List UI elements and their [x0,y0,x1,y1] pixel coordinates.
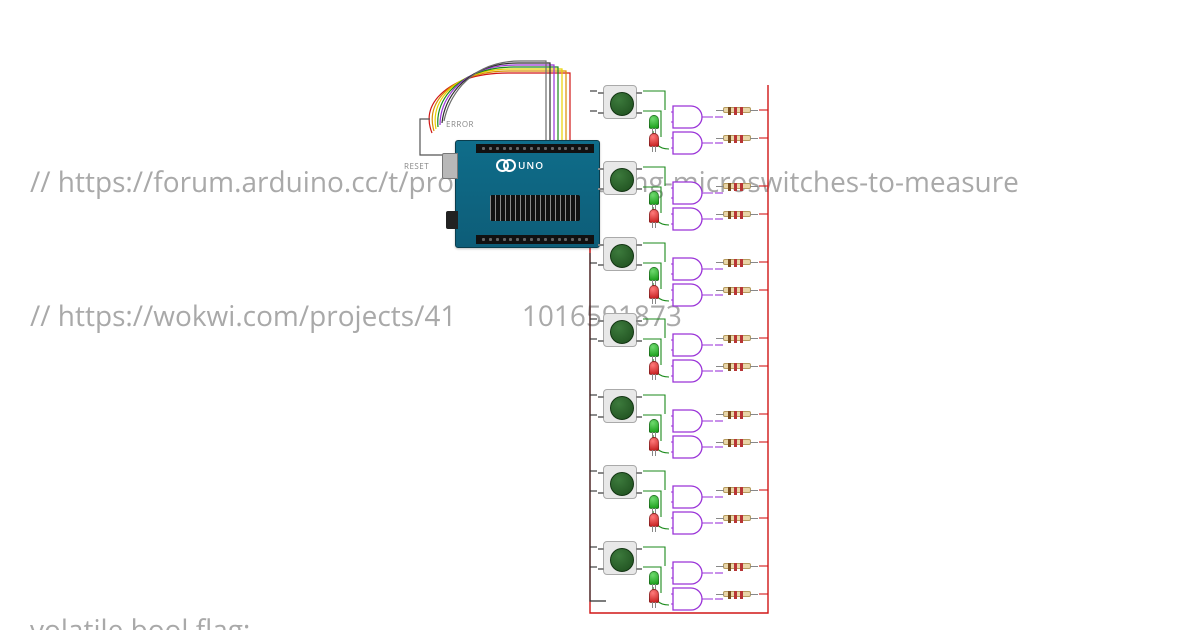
switch-unit [603,541,763,617]
annotation-reset: RESET [404,161,429,172]
resistor-icon [723,487,751,493]
and-gate-icon [671,483,717,511]
pushbutton[interactable] [603,313,637,347]
pin-header-top [476,144,594,153]
and-gate-icon [671,357,717,385]
annotation-error: ERROR [446,119,474,130]
resistor-icon [723,259,751,265]
board-model-label: UNO [518,158,544,172]
led-green-icon [649,343,659,357]
pushbutton[interactable] [603,161,637,195]
pushbutton[interactable] [603,389,637,423]
and-gate-icon [671,179,717,207]
led-red-icon [649,589,659,603]
wokwi-preview: // https://forum.arduino.cc/t/problem-wi… [0,0,1200,630]
infinity-logo-icon [496,159,514,169]
and-gate-icon [671,509,717,537]
circuit-diagram[interactable]: ERROR RESET UNO (function(){ var t=docum… [420,55,790,615]
and-gate-icon [671,129,717,157]
led-red-icon [649,361,659,375]
resistor-icon [723,211,751,217]
led-red-icon [649,437,659,451]
pin-header-bottom [476,235,594,244]
switch-unit [603,389,763,465]
and-gate-icon [671,331,717,359]
led-red-icon [649,133,659,147]
switch-unit [603,237,763,313]
resistor-icon [723,411,751,417]
arduino-uno-board[interactable]: ERROR RESET UNO (function(){ var t=docum… [455,140,600,248]
led-red-icon [649,513,659,527]
led-green-icon [649,191,659,205]
pushbutton[interactable] [603,237,637,271]
resistor-icon [723,135,751,141]
switch-column [603,85,763,617]
led-red-icon [649,209,659,223]
and-gate-icon [671,407,717,435]
resistor-icon [723,363,751,369]
resistor-icon [723,439,751,445]
switch-unit [603,465,763,541]
pushbutton[interactable] [603,465,637,499]
switch-unit [603,313,763,389]
resistor-icon [723,591,751,597]
resistor-icon [723,515,751,521]
led-green-icon [649,267,659,281]
and-gate-icon [671,559,717,587]
and-gate-icon [671,281,717,309]
switch-unit [603,85,763,161]
resistor-icon [723,287,751,293]
usb-port-icon [442,153,458,179]
and-gate-icon [671,103,717,131]
led-green-icon [649,115,659,129]
atmega-chip-icon [490,195,580,221]
led-green-icon [649,571,659,585]
and-gate-icon [671,585,717,613]
resistor-icon [723,563,751,569]
and-gate-icon [671,255,717,283]
switch-unit [603,161,763,237]
and-gate-icon [671,433,717,461]
led-green-icon [649,495,659,509]
led-red-icon [649,285,659,299]
resistor-icon [723,107,751,113]
resistor-icon [723,335,751,341]
barrel-jack-icon [446,211,458,229]
led-green-icon [649,419,659,433]
and-gate-icon [671,205,717,233]
resistor-icon [723,183,751,189]
pushbutton[interactable] [603,85,637,119]
pushbutton[interactable] [603,541,637,575]
